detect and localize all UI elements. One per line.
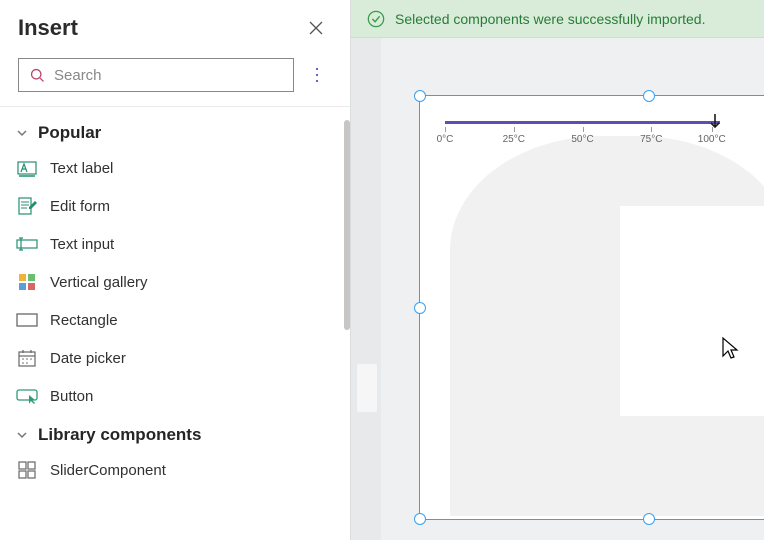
- rectangle-icon: [16, 310, 38, 330]
- item-label: Rectangle: [50, 312, 118, 329]
- success-icon: [367, 10, 385, 28]
- resize-handle-middle-left[interactable]: [414, 302, 426, 314]
- item-label: Vertical gallery: [50, 274, 148, 291]
- item-label: SliderComponent: [50, 462, 166, 479]
- panel-body[interactable]: Popular Text label Edit form Text input: [0, 106, 350, 540]
- resize-handle-top-left[interactable]: [414, 90, 426, 102]
- component-icon: [16, 460, 38, 480]
- item-label: Text label: [50, 160, 113, 177]
- slider-tick-label: 75°C: [640, 134, 662, 145]
- slider-tick: [712, 127, 713, 132]
- slider-tick: [583, 127, 584, 132]
- group-title: Library components: [38, 425, 201, 445]
- resize-handle-bottom-middle[interactable]: [643, 513, 655, 525]
- slider-tick: [651, 127, 652, 132]
- panel-header: Insert: [0, 0, 350, 52]
- item-label: Button: [50, 388, 93, 405]
- group-title: Popular: [38, 123, 101, 143]
- toast-message: Selected components were successfully im…: [395, 11, 705, 27]
- overflow-button[interactable]: [302, 60, 332, 90]
- insert-item-rectangle[interactable]: Rectangle: [0, 301, 350, 339]
- close-icon: [308, 20, 324, 36]
- slider-tick: [514, 127, 515, 132]
- more-vertical-icon: [309, 66, 325, 84]
- date-picker-icon: [16, 348, 38, 368]
- slider-tick-label: 0°C: [437, 134, 454, 145]
- close-button[interactable]: [300, 12, 332, 44]
- item-label: Text input: [50, 236, 114, 253]
- slider-tick-label: 50°C: [571, 134, 593, 145]
- insert-item-date-picker[interactable]: Date picker: [0, 339, 350, 377]
- text-input-icon: [16, 234, 38, 254]
- insert-item-vertical-gallery[interactable]: Vertical gallery: [0, 263, 350, 301]
- search-row: [0, 52, 350, 106]
- search-box[interactable]: [18, 58, 294, 92]
- insert-panel: Insert Popular Text label: [0, 0, 350, 540]
- gallery-icon: [16, 272, 38, 292]
- slider-tick-label: 100°C: [698, 134, 726, 145]
- group-header-popular[interactable]: Popular: [0, 113, 350, 149]
- chevron-down-icon: [16, 429, 28, 441]
- inner-card: [620, 206, 764, 416]
- success-toast: Selected components were successfully im…: [351, 0, 764, 38]
- insert-item-button[interactable]: Button: [0, 377, 350, 415]
- insert-item-edit-form[interactable]: Edit form: [0, 187, 350, 225]
- insert-item-slider-component[interactable]: SliderComponent: [0, 451, 350, 489]
- insert-item-text-label[interactable]: Text label: [0, 149, 350, 187]
- resize-handle-top-middle[interactable]: [643, 90, 655, 102]
- resize-handle-bottom-left[interactable]: [414, 513, 426, 525]
- item-label: Date picker: [50, 350, 126, 367]
- group-header-library-components[interactable]: Library components: [0, 415, 350, 451]
- canvas-area: Selected components were successfully im…: [350, 0, 764, 540]
- insert-item-text-input[interactable]: Text input: [0, 225, 350, 263]
- edit-form-icon: [16, 196, 38, 216]
- search-input[interactable]: [54, 67, 283, 84]
- selection-box[interactable]: 0°C 25°C 50°C 75°C 100°C: [419, 95, 764, 520]
- panel-title: Insert: [18, 15, 78, 41]
- slider-tick: [445, 127, 446, 132]
- text-label-icon: [16, 158, 38, 178]
- button-icon: [16, 386, 38, 406]
- chevron-down-icon: [16, 127, 28, 139]
- item-label: Edit form: [50, 198, 110, 215]
- slider-track[interactable]: [445, 121, 720, 124]
- slider-ticks: 0°C25°C50°C75°C100°C: [445, 127, 720, 151]
- slider-component[interactable]: 0°C25°C50°C75°C100°C: [445, 121, 720, 151]
- slider-tick-label: 25°C: [503, 134, 525, 145]
- canvas[interactable]: 0°C 25°C 50°C 75°C 100°C: [351, 38, 764, 540]
- search-icon: [29, 67, 46, 84]
